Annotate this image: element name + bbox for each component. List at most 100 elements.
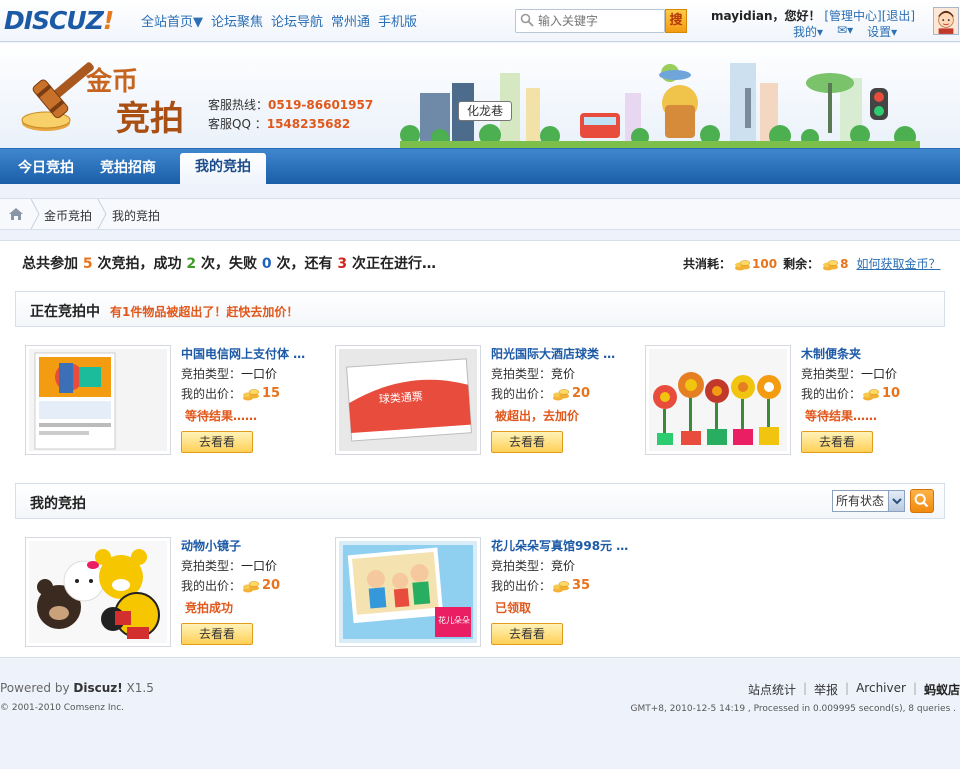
brand-title-bottom: 竞拍 [116,99,184,139]
powered-by: Powered by Discuz! X1.5 [0,681,154,695]
filter-search-button[interactable] [910,489,934,513]
city-illustration [400,63,920,148]
item-type-value: 竞价 [551,559,576,573]
copyright: © 2001-2010 Comsenz Inc. [0,703,125,713]
item-title[interactable]: 中国电信网上支付体 … [181,345,305,362]
my-menu[interactable]: 我的▾ [793,23,823,40]
breadcrumb-my-auction: 我的竞拍 [112,209,161,223]
item-image[interactable]: 花儿朵朵 [335,537,481,647]
item-type-label: 竞拍类型： [491,367,552,381]
user-menus: 我的▾ ✉▾ 设置▾ [793,23,897,40]
auction-item: 动物小镜子 竞拍类型：一口价 我的出价： 20 竞拍成功 去看看 [25,537,325,647]
powered-version: X1.5 [122,681,154,695]
item-title[interactable]: 木制便条夹 [801,345,861,362]
item-image[interactable] [25,345,171,455]
tab-my-auction[interactable]: 我的竞拍 [180,153,266,185]
footer-divider: | [845,681,850,695]
summary-text: 次竞拍，成功 [97,256,182,272]
auction-item: 木制便条夹 竞拍类型：一口价 我的出价： 10 等待结果…… 去看看 [645,345,945,455]
ongoing-section-header: 正在竞拍中 有1件物品被超出了！赶快去加价！ [15,291,945,327]
view-item-button[interactable]: 去看看 [801,431,873,453]
item-bid-value: 15 [262,386,281,401]
item-type: 竞拍类型：一口价 [181,365,277,382]
qq-label: 客服QQ ： [208,117,267,131]
coins-left-label: 剩余： [783,257,820,271]
powered-prefix: Powered by [0,681,74,695]
item-type: 竞拍类型：一口价 [801,365,897,382]
item-status: 已领取 [495,601,532,615]
discuz-link[interactable]: Discuz! [73,681,122,695]
item-status: 被超出，去加价 [495,409,580,423]
nav-home-link[interactable]: 全站首页▼ [141,11,203,30]
auction-item: 花儿朵朵 花儿朵朵写真馆998元 … 竞拍类型：竞价 我的出价： 35 已领取 … [335,537,635,647]
item-image[interactable]: 球类通票 [335,345,481,455]
item-type: 竞拍类型：一口价 [181,557,277,574]
item-bid: 我的出价： 20 [181,577,280,594]
item-bid: 我的出价： 15 [181,385,280,402]
hotline-label: 客服热线： [208,98,269,112]
item-type-value: 一口价 [241,559,278,573]
view-item-button[interactable]: 去看看 [181,431,253,453]
breadcrumb-gold-auction[interactable]: 金币竞拍 [44,207,92,224]
auction-item: 中国电信网上支付体 … 竞拍类型：一口价 我的出价： 15 等待结果…… 去看看 [25,345,325,455]
nav-forum-focus-link[interactable]: 论坛聚焦 [211,11,263,30]
auction-summary: 总共参加 5 次竞拍，成功 2 次，失败 0 次，还有 3 次正在进行… [22,253,436,273]
outbid-warning: 有1件物品被超出了！赶快去加价！ [110,305,299,319]
item-bid-value: 20 [572,386,591,401]
item-title[interactable]: 阳光国际大酒店球类 … [491,345,615,362]
username-link[interactable]: mayidian [711,9,773,23]
breadcrumb-separator-icon [30,199,40,229]
item-bid-label: 我的出价： [491,579,552,593]
auction-item: 球类通票 阳光国际大酒店球类 … 竞拍类型：竞价 我的出价： 20 被超出，去加… [335,345,635,455]
tab-auction-business[interactable]: 竞拍招商 [100,157,156,177]
item-title[interactable]: 动物小镜子 [181,537,241,554]
how-get-coins-link[interactable]: 如何获取金币？ [856,255,940,272]
item-bid-value: 10 [882,386,901,401]
site-stats-link[interactable]: 站点统计 [748,681,796,698]
footer: Powered by Discuz! X1.5 © 2001-2010 Coms… [0,668,960,769]
nav-changzhou-link[interactable]: 常州通 [331,11,370,30]
nav-mobile-link[interactable]: 手机版 [378,11,417,30]
item-image[interactable] [645,345,791,455]
avatar[interactable] [933,7,959,35]
item-bid: 我的出价： 35 [491,577,590,594]
tab-today-auction[interactable]: 今日竞拍 [18,157,74,177]
view-item-button[interactable]: 去看看 [491,623,563,645]
status-filter-select[interactable]: 所有状态 [832,490,905,512]
site-name-link[interactable]: 蚂蚁店 [924,681,960,698]
admin-center-link[interactable]: [管理中心] [824,9,881,23]
coin-icon [553,580,570,592]
coins-spent-label: 共消耗： [683,257,732,271]
item-type: 竞拍类型：竞价 [491,557,575,574]
home-icon[interactable] [8,207,24,221]
view-item-button[interactable]: 去看看 [491,431,563,453]
item-title[interactable]: 花儿朵朵写真馆998元 … [491,537,628,554]
messages-menu[interactable]: ✉▾ [837,23,853,40]
nav-forum-guide-link[interactable]: 论坛导航 [271,11,323,30]
coin-icon [823,259,839,270]
item-type: 竞拍类型：竞价 [491,365,575,382]
my-auction-section-header: 我的竞拍 所有状态 [15,483,945,519]
settings-menu[interactable]: 设置▾ [867,23,897,40]
ongoing-section-title: 正在竞拍中 [30,304,100,320]
report-link[interactable]: 举报 [814,681,838,698]
item-bid-label: 我的出价： [801,387,862,401]
contact-info: 客服热线：0519-86601957 客服QQ ：1548235682 [208,96,373,134]
item-type-label: 竞拍类型： [181,559,242,573]
coins-spent-value: 100 [752,256,778,271]
item-image[interactable] [25,537,171,647]
search-input[interactable] [538,12,662,30]
item-type-value: 一口价 [861,367,898,381]
view-item-button[interactable]: 去看看 [181,623,253,645]
qq-value: 1548235682 [266,117,351,131]
archiver-link[interactable]: Archiver [856,681,906,698]
item-bid-label: 我的出价： [491,387,552,401]
status-filter-value: 所有状态 [836,494,885,508]
coins-left-value: 8 [840,256,849,271]
logout-link[interactable]: [退出] [882,9,915,23]
item-type-value: 一口价 [241,367,278,381]
search-button[interactable]: 搜 [665,9,687,33]
server-stats: GMT+8, 2010-12-5 14:19 , Processed in 0.… [630,704,956,714]
coin-icon [735,259,751,270]
discuz-logo[interactable]: DISCUZ! [4,6,114,35]
